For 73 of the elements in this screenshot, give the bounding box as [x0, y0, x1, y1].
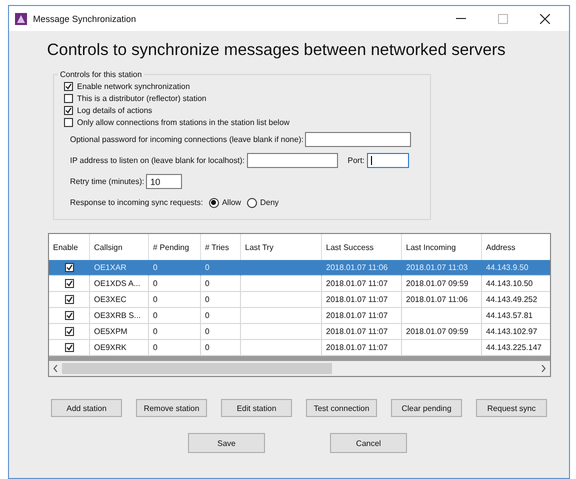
group-title: Controls for this station [59, 70, 143, 79]
checkbox[interactable] [64, 94, 73, 102]
action-button[interactable]: Test connection [306, 399, 377, 417]
action-button[interactable]: Remove station [136, 399, 207, 417]
table-cell: 0 [201, 324, 241, 340]
table-cell: OE3XRB S... [90, 308, 149, 324]
table-cell: OE5XPM [90, 324, 149, 340]
table-cell: 0 [201, 292, 241, 308]
action-button[interactable]: Clear pending [391, 399, 462, 417]
field-label: Response to incoming sync requests: [70, 198, 203, 207]
scroll-right-icon[interactable] [541, 365, 546, 372]
app-icon [15, 12, 27, 24]
port-field[interactable] [366, 153, 409, 168]
table-cell: 2018.01.07 11:03 [402, 260, 482, 276]
checkbox-label: Log details of actions [77, 106, 152, 114]
table-cell: 0 [149, 308, 201, 324]
table-cell: 2018.01.07 11:07 [322, 292, 402, 308]
checkbox-label: This is a distributor (reflector) station [77, 94, 206, 102]
checkbox[interactable] [64, 343, 74, 352]
dialog-button[interactable]: Save [188, 433, 265, 453]
table-cell: 2018.01.07 11:07 [322, 308, 402, 324]
radio-label: Allow [222, 198, 242, 207]
heading: Controls to synchronize messages between networked servers [47, 41, 507, 60]
close-icon[interactable] [540, 14, 550, 24]
radio-button[interactable] [208, 198, 219, 208]
checkbox[interactable] [64, 311, 74, 320]
radio-label: Deny [260, 198, 279, 207]
retry-field[interactable]: 10 [146, 174, 182, 189]
table-cell: 0 [149, 292, 201, 308]
table-cell: 2018.01.07 09:59 [402, 276, 482, 292]
table-cell: 2018.01.07 11:06 [402, 292, 482, 308]
action-button[interactable]: Request sync [476, 399, 547, 417]
scroll-left-icon[interactable] [53, 365, 58, 372]
window-title: Message Synchronization [33, 14, 138, 24]
checkbox-label: Only allow connections from stations in the station list below [77, 118, 290, 126]
table-cell: OE1XAR [90, 260, 149, 276]
action-button[interactable]: Add station [51, 399, 122, 417]
checkbox[interactable] [64, 263, 74, 272]
table-cell: 2018.01.07 11:07 [322, 276, 402, 292]
table-cell: OE9XRK [90, 340, 149, 356]
table-cell: 44.143.9.50 [482, 260, 550, 276]
checkbox[interactable] [64, 327, 74, 336]
action-button[interactable]: Edit station [221, 399, 292, 417]
radio-button[interactable] [247, 198, 258, 208]
checkbox-label: Enable network synchronization [77, 82, 190, 90]
table-cell: 2018.01.07 11:06 [322, 260, 402, 276]
checkbox[interactable] [64, 279, 74, 288]
checkbox[interactable] [64, 106, 73, 114]
checkbox[interactable] [64, 82, 73, 90]
horizontal-scrollbar[interactable] [49, 361, 550, 376]
table-cell: 0 [149, 340, 201, 356]
table-cell: 2018.01.07 11:07 [322, 324, 402, 340]
field-label: Optional password for incoming connections (leave blank if none): [70, 135, 304, 144]
checkbox[interactable] [64, 295, 74, 304]
table-cell: 0 [149, 260, 201, 276]
table-cell: 0 [201, 276, 241, 292]
password-field[interactable] [305, 132, 412, 147]
minimize-icon[interactable] [456, 18, 466, 20]
table-cell: OE1XDS A... [90, 276, 149, 292]
field-label: Retry time (minutes): [70, 177, 144, 186]
table-cell: 0 [201, 340, 241, 356]
ip-address-field[interactable] [246, 153, 338, 168]
table-cell: 0 [201, 260, 241, 276]
table-cell: OE3XEC [90, 292, 149, 308]
table-cell: 0 [149, 324, 201, 340]
field-label: Port: [348, 156, 365, 165]
checkbox[interactable] [64, 118, 73, 126]
table-cell: 2018.01.07 09:59 [402, 324, 482, 340]
table-cell: 0 [201, 308, 241, 324]
table-cell: 2018.01.07 11:07 [322, 340, 402, 356]
table-cell: 0 [149, 276, 201, 292]
field-label: IP address to listen on (leave blank for localhost): [70, 156, 245, 165]
dialog-button[interactable]: Cancel [330, 433, 407, 453]
